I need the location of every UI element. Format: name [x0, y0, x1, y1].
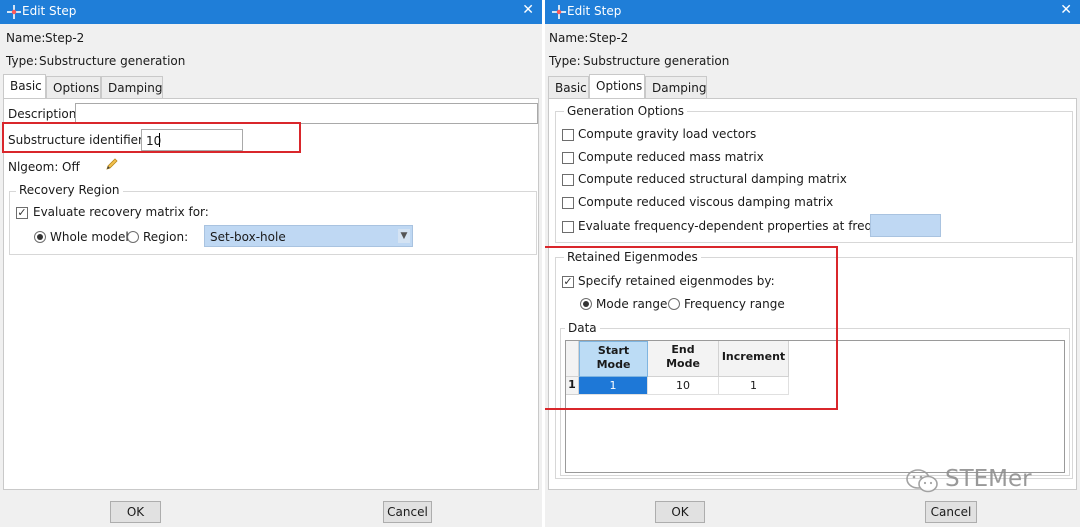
title-bar: Edit Step ✕ [545, 0, 1080, 24]
cancel-button[interactable]: Cancel [383, 501, 432, 523]
type-label: Type: [549, 54, 581, 68]
option-label: Compute gravity load vectors [578, 127, 757, 141]
title-bar: Edit Step ✕ [0, 0, 542, 24]
tab-options[interactable]: Options [589, 74, 645, 99]
wechat-logo-icon [906, 469, 938, 493]
evaluate-recovery-checkbox[interactable]: ✓ [16, 207, 28, 219]
generation-options-legend: Generation Options [564, 104, 688, 118]
window-title: Edit Step [22, 4, 77, 18]
tab-basic[interactable]: Basic [548, 76, 589, 98]
edit-step-dialog-basic: Edit Step ✕ Name: Step-2 Type: Substruct… [0, 0, 542, 527]
region-select[interactable]: Set-box-hole ▼ [204, 225, 413, 247]
nlgeom-value: Off [62, 160, 80, 174]
whole-model-radio[interactable] [34, 231, 46, 243]
abaqus-app-icon [552, 5, 566, 19]
region-label: Region: [143, 230, 189, 244]
tab-options[interactable]: Options [46, 76, 101, 98]
type-value: Substructure generation [583, 54, 730, 68]
pencil-edit-icon[interactable] [104, 157, 119, 175]
evaluate-recovery-label: Evaluate recovery matrix for: [33, 205, 209, 219]
close-icon[interactable]: ✕ [522, 2, 534, 18]
basic-tab-panel: Description: Substructure identifier: Z … [3, 98, 539, 490]
highlight-box [545, 246, 838, 410]
option-label: Compute reduced mass matrix [578, 150, 764, 164]
highlight-box [2, 122, 301, 153]
structural-damping-checkbox[interactable] [562, 174, 574, 186]
generation-options-group: Generation Options Compute gravity load … [555, 104, 1073, 243]
abaqus-app-icon [7, 5, 21, 19]
type-label: Type: [6, 54, 38, 68]
region-radio[interactable] [127, 231, 139, 243]
description-input[interactable] [75, 103, 538, 124]
gravity-load-checkbox[interactable] [562, 129, 574, 141]
recovery-region-group: Recovery Region ✓ Evaluate recovery matr… [9, 183, 537, 255]
tab-basic[interactable]: Basic [3, 74, 46, 99]
viscous-damping-checkbox[interactable] [562, 197, 574, 209]
type-value: Substructure generation [39, 54, 186, 68]
name-label: Name: [549, 31, 589, 45]
recovery-region-legend: Recovery Region [16, 183, 123, 197]
whole-model-label: Whole model [50, 230, 129, 244]
window-title: Edit Step [567, 4, 622, 18]
cancel-button[interactable]: Cancel [925, 501, 977, 523]
close-icon[interactable]: ✕ [1060, 2, 1072, 18]
tab-damping[interactable]: Damping [101, 76, 163, 98]
description-label: Description: [8, 107, 81, 121]
name-label: Name: [6, 31, 46, 45]
name-value: Step-2 [589, 31, 629, 45]
ok-button[interactable]: OK [655, 501, 705, 523]
tab-damping[interactable]: Damping [645, 76, 707, 98]
reduced-mass-checkbox[interactable] [562, 152, 574, 164]
frequency-input[interactable] [870, 214, 941, 237]
ok-button[interactable]: OK [110, 501, 161, 523]
frequency-dependent-checkbox[interactable] [562, 221, 574, 233]
chevron-down-icon[interactable]: ▼ [398, 229, 410, 243]
name-value: Step-2 [45, 31, 85, 45]
watermark-text: STEMer [945, 466, 1032, 492]
option-label: Compute reduced viscous damping matrix [578, 195, 834, 209]
nlgeom-label: Nlgeom: [8, 160, 59, 174]
option-label: Evaluate frequency-dependent properties … [578, 219, 912, 233]
option-label: Compute reduced structural damping matri… [578, 172, 847, 186]
edit-step-dialog-options: Edit Step ✕ Name: Step-2 Type: Substruct… [545, 0, 1080, 527]
